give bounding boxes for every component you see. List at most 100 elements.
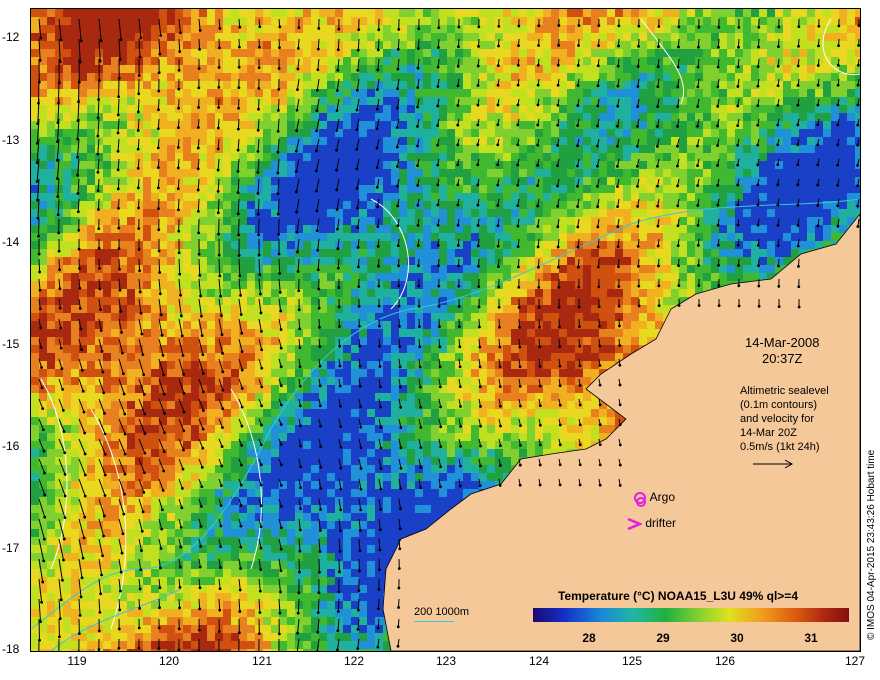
- velocity-arrow-head: [217, 232, 221, 236]
- velocity-arrow-head: [259, 568, 263, 572]
- velocity-arrow-head: [279, 463, 283, 467]
- velocity-arrow-head: [596, 84, 600, 88]
- velocity-arrow-head: [276, 192, 280, 196]
- velocity-arrow-head: [316, 630, 320, 634]
- velocity-arrow-head: [398, 547, 402, 551]
- velocity-arrow-head: [776, 84, 780, 88]
- velocity-arrow-head: [636, 144, 639, 148]
- velocity-arrow-head: [178, 272, 182, 276]
- velocity-arrow-head: [355, 108, 359, 112]
- velocity-arrow-head: [121, 372, 125, 376]
- velocity-arrow-head: [636, 125, 639, 128]
- velocity-arrow-head: [556, 83, 560, 87]
- velocity-arrow-head: [339, 487, 343, 491]
- velocity-arrow-head: [616, 124, 619, 128]
- velocity-arrow-head: [339, 508, 343, 512]
- velocity-arrow-head: [178, 31, 182, 35]
- velocity-arrow-head: [136, 147, 140, 151]
- lat-label: -15: [2, 337, 20, 351]
- velocity-arrow-head: [279, 526, 283, 530]
- velocity-arrow-head: [497, 24, 501, 28]
- velocity-arrow-head: [219, 504, 223, 508]
- velocity-arrow-head: [816, 103, 820, 107]
- velocity-arrow-head: [217, 106, 220, 109]
- velocity-arrow-head: [296, 611, 300, 615]
- velocity-arrow-head: [335, 109, 339, 112]
- velocity-arrow: [97, 198, 100, 210]
- time-text: 20:37Z: [761, 351, 803, 366]
- velocity-arrow-head: [496, 143, 500, 147]
- velocity-arrow-head: [338, 384, 342, 388]
- lat-label: -18: [2, 642, 20, 656]
- velocity-arrow-head: [398, 527, 402, 531]
- velocity-arrow-head: [756, 203, 760, 207]
- velocity-arrow-head: [236, 212, 240, 216]
- velocity-arrow-head: [335, 168, 338, 172]
- velocity-arrow-head: [139, 311, 143, 315]
- velocity-arrow-head: [836, 83, 840, 87]
- velocity-arrow-head: [240, 405, 244, 409]
- velocity-arrow-head: [656, 184, 659, 188]
- velocity-arrow-head: [498, 385, 502, 388]
- velocity-arrow-head: [58, 287, 62, 291]
- velocity-arrow-head: [578, 483, 582, 487]
- velocity-arrow-head: [736, 243, 740, 247]
- velocity-arrow-head: [596, 144, 599, 148]
- velocity-arrow-head: [476, 183, 480, 187]
- velocity-arrow-head: [176, 146, 180, 149]
- velocity-arrow-head: [516, 103, 520, 107]
- velocity-arrow-head: [57, 231, 61, 235]
- velocity-arrow-head: [298, 549, 302, 553]
- velocity-arrow-head: [657, 45, 660, 49]
- velocity-arrow-head: [656, 85, 660, 89]
- velocity-arrow-head: [776, 103, 780, 107]
- velocity-arrow-head: [237, 254, 241, 257]
- velocity-arrow-head: [338, 325, 341, 328]
- velocity-arrow-head: [296, 631, 300, 635]
- velocity-arrow-head: [416, 203, 420, 207]
- velocity-arrow-head: [136, 186, 140, 190]
- velocity-arrow-head: [216, 168, 220, 172]
- velocity-arrow-head: [141, 510, 145, 514]
- velocity-arrow-head: [716, 65, 720, 69]
- velocity-arrow-head: [156, 127, 160, 130]
- velocity-arrow-head: [676, 244, 680, 248]
- velocity-arrow: [117, 178, 120, 189]
- velocity-arrow-head: [78, 613, 82, 617]
- velocity-arrow-head: [657, 25, 661, 28]
- velocity-arrow-head: [279, 590, 282, 594]
- velocity-arrow-head: [378, 528, 382, 532]
- velocity-arrow-head: [97, 648, 101, 651]
- velocity-arrow-head: [598, 383, 602, 387]
- velocity-arrow-head: [103, 452, 107, 456]
- velocity-arrow-head: [257, 107, 260, 111]
- velocity-arrow-head: [618, 403, 622, 407]
- velocity-arrow-head: [319, 424, 322, 428]
- velocity-arrow-head: [38, 288, 42, 292]
- velocity-arrow-head: [143, 412, 147, 416]
- velocity-arrow-head: [476, 123, 480, 127]
- velocity-arrow-head: [578, 364, 582, 368]
- velocity-arrow-head: [279, 346, 283, 350]
- velocity-arrow-head: [618, 463, 622, 467]
- velocity-arrow-head: [796, 163, 800, 167]
- velocity-arrow-head: [518, 404, 522, 408]
- velocity-arrow-head: [656, 125, 659, 128]
- velocity-arrow-head: [139, 568, 143, 572]
- velocity-arrow: [157, 118, 160, 129]
- velocity-arrow-head: [239, 504, 243, 507]
- velocity-arrow-head: [279, 403, 283, 407]
- velocity-arrow-head: [376, 225, 380, 228]
- velocity-arrow-head: [99, 308, 102, 312]
- velocity-arrow-head: [102, 534, 105, 538]
- velocity-arrow-head: [556, 184, 559, 188]
- velocity-arrow-head: [318, 529, 322, 532]
- sst-map[interactable]: [30, 8, 861, 652]
- velocity-arrow-head: [439, 445, 443, 449]
- velocity-arrow-head: [198, 607, 202, 611]
- velocity-arrow-head: [396, 224, 400, 228]
- velocity-arrow-head: [42, 449, 46, 453]
- velocity-arrow-head: [756, 243, 760, 247]
- velocity-arrow-head: [379, 487, 383, 491]
- velocity-arrow: [237, 118, 240, 130]
